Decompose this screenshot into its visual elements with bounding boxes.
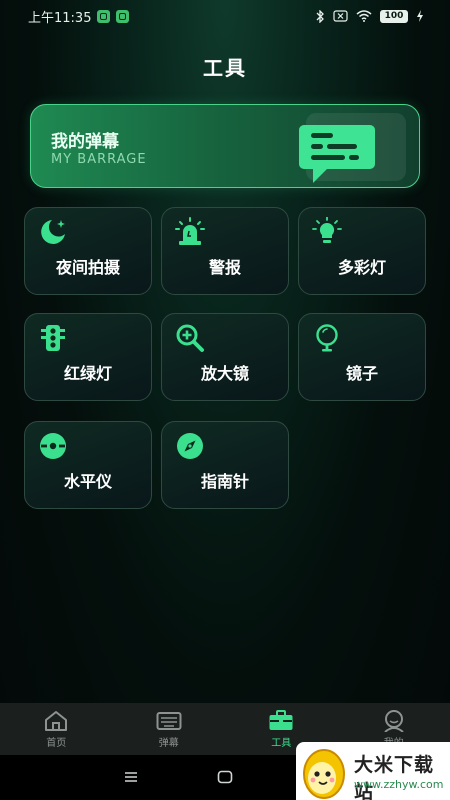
tab-home[interactable]: 首页 bbox=[0, 703, 113, 755]
toolbox-icon bbox=[269, 709, 293, 730]
app-notification-icon-2 bbox=[116, 9, 130, 23]
tool-compass[interactable]: 指南针 bbox=[161, 421, 289, 509]
tool-label: 放大镜 bbox=[200, 364, 249, 383]
sim-off-icon bbox=[333, 10, 348, 22]
my-barrage-card[interactable]: 我的弹幕 MY BARRAGE bbox=[30, 104, 420, 188]
tool-alarm[interactable]: 警报 bbox=[161, 207, 289, 295]
level-icon bbox=[40, 433, 66, 459]
tool-mirror[interactable]: 镜子 bbox=[298, 313, 426, 401]
tool-level[interactable]: 水平仪 bbox=[24, 421, 152, 509]
tool-label: 水平仪 bbox=[63, 472, 112, 491]
status-time: 上午11:35 bbox=[28, 10, 92, 26]
watermark-url: www.zzhyw.com bbox=[354, 778, 444, 791]
tool-traffic-light[interactable]: 红绿灯 bbox=[24, 313, 152, 401]
barrage-card-title: 我的弹幕 bbox=[51, 132, 119, 152]
chat-bubble-icon bbox=[299, 125, 375, 183]
menu-icon[interactable] bbox=[124, 770, 138, 784]
tool-label: 夜间拍摄 bbox=[55, 258, 120, 277]
tool-label: 红绿灯 bbox=[63, 364, 112, 383]
tool-label: 镜子 bbox=[345, 364, 378, 383]
moon-star-icon bbox=[41, 220, 65, 244]
keyboard-icon bbox=[156, 711, 182, 730]
tool-magnifier[interactable]: 放大镜 bbox=[161, 313, 289, 401]
tab-barrage[interactable]: 弹幕 bbox=[113, 703, 226, 755]
tool-label: 多彩灯 bbox=[337, 258, 386, 277]
tool-label: 警报 bbox=[208, 258, 241, 277]
status-right: 100 bbox=[315, 9, 424, 23]
barrage-card-subtitle: MY BARRAGE bbox=[51, 152, 147, 167]
wifi-icon bbox=[356, 10, 372, 22]
alarm-light-icon bbox=[175, 217, 205, 245]
mascot-logo-icon bbox=[303, 749, 345, 799]
tab-label: 首页 bbox=[46, 737, 67, 749]
tool-label: 指南针 bbox=[200, 472, 249, 491]
home-icon bbox=[45, 710, 68, 731]
tool-night-shot[interactable]: 夜间拍摄 bbox=[24, 207, 152, 295]
status-left: 上午11:35 bbox=[28, 7, 130, 26]
home-nav-icon[interactable] bbox=[217, 770, 233, 784]
traffic-light-icon bbox=[41, 325, 65, 351]
bulb-icon bbox=[312, 217, 342, 243]
battery-indicator: 100 bbox=[380, 9, 408, 23]
watermark-title: 大米下载站 bbox=[354, 754, 435, 800]
tool-colorful-light[interactable]: 多彩灯 bbox=[298, 207, 426, 295]
watermark-badge: 大米下载站 www.zzhyw.com bbox=[296, 742, 450, 800]
tab-label: 工具 bbox=[271, 737, 292, 749]
compass-icon bbox=[177, 433, 203, 459]
mirror-icon bbox=[316, 324, 338, 352]
magnifier-plus-icon bbox=[176, 324, 204, 352]
app-notification-icon bbox=[97, 9, 111, 23]
bluetooth-icon bbox=[316, 9, 324, 23]
tab-label: 弹幕 bbox=[158, 737, 179, 749]
charging-icon bbox=[417, 10, 423, 22]
user-icon bbox=[384, 709, 404, 732]
status-bar: 上午11:35 100 bbox=[0, 0, 450, 32]
page-title: 工具 bbox=[203, 56, 247, 80]
